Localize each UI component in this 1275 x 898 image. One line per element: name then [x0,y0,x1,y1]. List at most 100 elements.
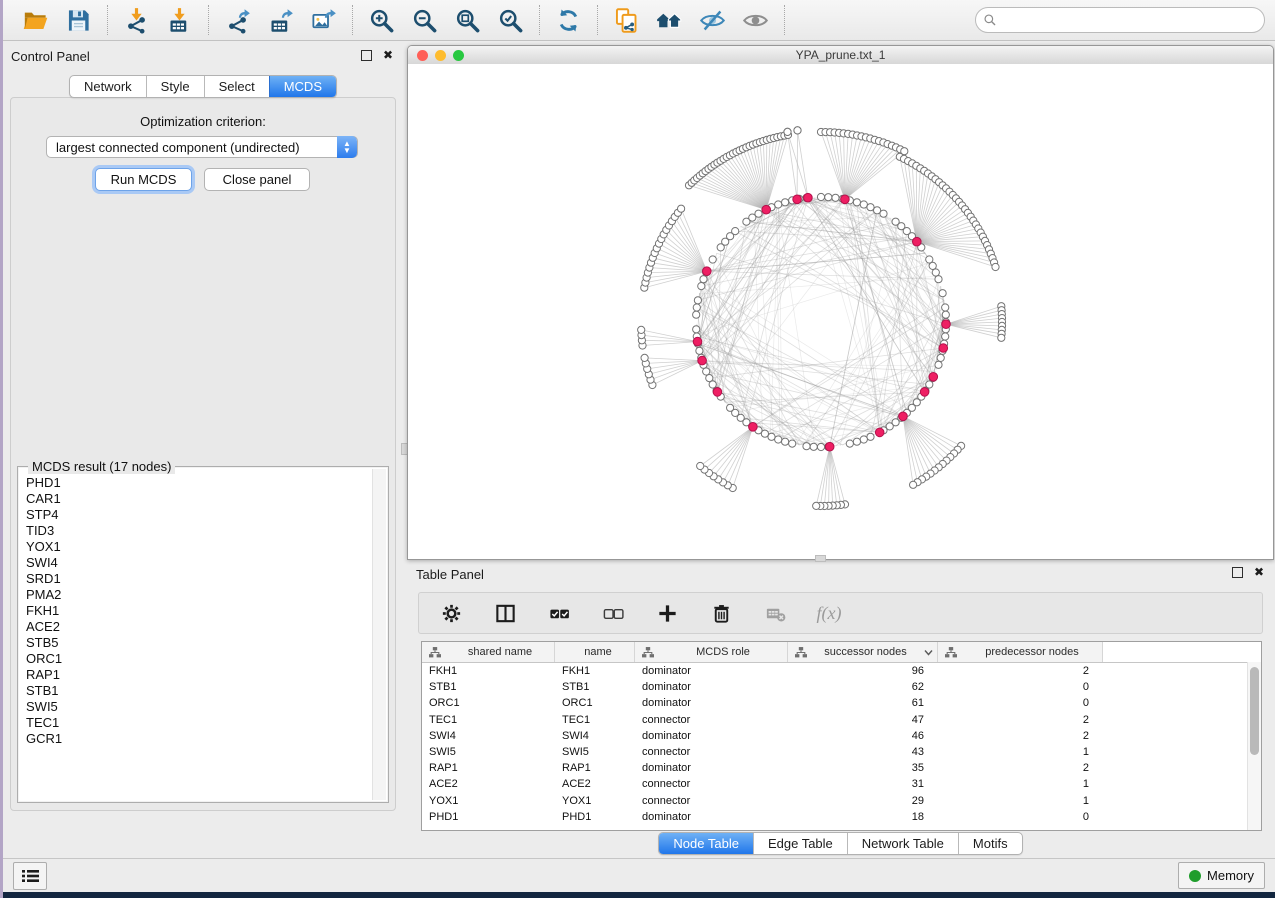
network-node[interactable] [789,440,796,447]
table-cell[interactable]: connector [635,746,788,758]
minimize-window-icon[interactable] [435,50,446,61]
column-header-name[interactable]: name [555,642,635,662]
save-session-button[interactable] [65,7,92,34]
column-header-predecessor-nodes[interactable]: predecessor nodes [938,642,1103,662]
table-row[interactable]: TEC1TEC1connector472 [422,712,1261,728]
close-window-icon[interactable] [417,50,428,61]
table-cell[interactable]: dominator [635,762,788,774]
table-cell[interactable]: 18 [788,811,938,823]
network-window-titlebar[interactable]: YPA_prune.txt_1 [408,46,1273,65]
table-cell[interactable]: dominator [635,697,788,709]
network-node[interactable] [910,481,917,488]
table-row[interactable]: FKH1FKH1dominator962 [422,663,1261,679]
network-node[interactable] [693,311,700,318]
first-neighbors-button[interactable] [656,7,683,34]
table-cell[interactable]: PHD1 [422,811,555,823]
network-node[interactable] [697,462,704,469]
table-cell[interactable]: 35 [788,762,938,774]
export-network-button[interactable] [224,7,251,34]
table-row[interactable]: RAP1RAP1dominator352 [422,760,1261,776]
network-node[interactable] [706,375,713,382]
table-cell[interactable]: TEC1 [555,714,635,726]
table-cell[interactable]: ACE2 [422,778,555,790]
mcds-hub-node[interactable] [698,356,707,365]
export-image-button[interactable] [310,7,337,34]
import-network-button[interactable] [123,7,150,34]
table-cell[interactable]: 0 [938,811,1103,823]
mcds-hub-node[interactable] [825,442,834,451]
close-panel-button[interactable]: Close panel [204,168,310,191]
table-cell[interactable]: dominator [635,730,788,742]
network-node[interactable] [846,440,853,447]
network-node[interactable] [732,228,739,235]
table-cell[interactable]: STB1 [555,681,635,693]
table-cell[interactable]: 0 [938,697,1103,709]
optimization-criterion-select[interactable]: largest connected component (undirected)… [46,136,358,158]
table-cell[interactable]: TEC1 [422,714,555,726]
network-node[interactable] [817,443,824,450]
tab-select[interactable]: Select [204,76,269,97]
delete-column-button[interactable] [709,601,733,625]
table-cell[interactable]: 47 [788,714,938,726]
automation-panel-button[interactable] [13,862,47,890]
table-row[interactable]: ACE2ACE2connector311 [422,776,1261,792]
network-node[interactable] [693,304,700,311]
network-node[interactable] [700,276,707,283]
tab-node-table[interactable]: Node Table [659,833,753,854]
table-cell[interactable]: connector [635,795,788,807]
table-row[interactable]: PHD1PHD1dominator180 [422,809,1261,825]
table-row[interactable]: STB1STB1dominator620 [422,679,1261,695]
table-row[interactable]: YOX1YOX1connector291 [422,793,1261,809]
table-cell[interactable]: 1 [938,778,1103,790]
table-cell[interactable]: ORC1 [422,697,555,709]
table-cell[interactable]: 29 [788,795,938,807]
mcds-result-item[interactable]: CAR1 [26,491,372,507]
network-node[interactable] [942,311,949,318]
table-cell[interactable]: STB1 [422,681,555,693]
mcds-hub-node[interactable] [899,412,908,421]
network-node[interactable] [703,368,710,375]
table-scrollbar-thumb[interactable] [1250,667,1259,755]
network-node[interactable] [867,204,874,211]
mcds-hub-node[interactable] [920,388,929,397]
zoom-window-icon[interactable] [453,50,464,61]
mcds-hub-node[interactable] [749,423,758,432]
mcds-hub-node[interactable] [693,337,702,346]
network-node[interactable] [709,256,716,263]
clear-selection-button[interactable] [601,601,625,625]
network-node[interactable] [782,199,789,206]
table-cell[interactable]: RAP1 [555,762,635,774]
memory-button[interactable]: Memory [1178,862,1265,889]
open-session-button[interactable] [22,7,49,34]
network-node[interactable] [932,269,939,276]
network-node[interactable] [853,438,860,445]
zoom-fit-button[interactable] [454,7,481,34]
network-node[interactable] [810,443,817,450]
mcds-result-item[interactable]: STB1 [26,683,372,699]
table-cell[interactable]: 31 [788,778,938,790]
network-node[interactable] [825,194,832,201]
column-settings-button[interactable] [439,601,463,625]
network-node[interactable] [929,262,936,269]
network-node[interactable] [998,334,1005,341]
close-table-panel-icon[interactable]: ✖ [1254,567,1264,578]
mcds-result-item[interactable]: SRD1 [26,571,372,587]
mcds-result-scrollbar[interactable] [372,469,386,800]
mcds-hub-node[interactable] [793,195,802,204]
table-cell[interactable]: 1 [938,746,1103,758]
mcds-result-item[interactable]: SWI4 [26,555,372,571]
table-cell[interactable]: 61 [788,697,938,709]
mcds-result-item[interactable]: GCR1 [26,731,372,747]
network-node[interactable] [696,347,703,354]
tab-style[interactable]: Style [146,76,204,97]
table-cell[interactable]: SWI4 [422,730,555,742]
table-cell[interactable]: FKH1 [422,665,555,677]
network-node[interactable] [794,127,801,134]
table-cell[interactable]: 62 [788,681,938,693]
mcds-result-item[interactable]: PHD1 [26,475,372,491]
network-node[interactable] [939,290,946,297]
table-cell[interactable]: ORC1 [555,697,635,709]
network-from-selection-button[interactable] [613,7,640,34]
network-node[interactable] [678,205,685,212]
network-node[interactable] [860,436,867,443]
